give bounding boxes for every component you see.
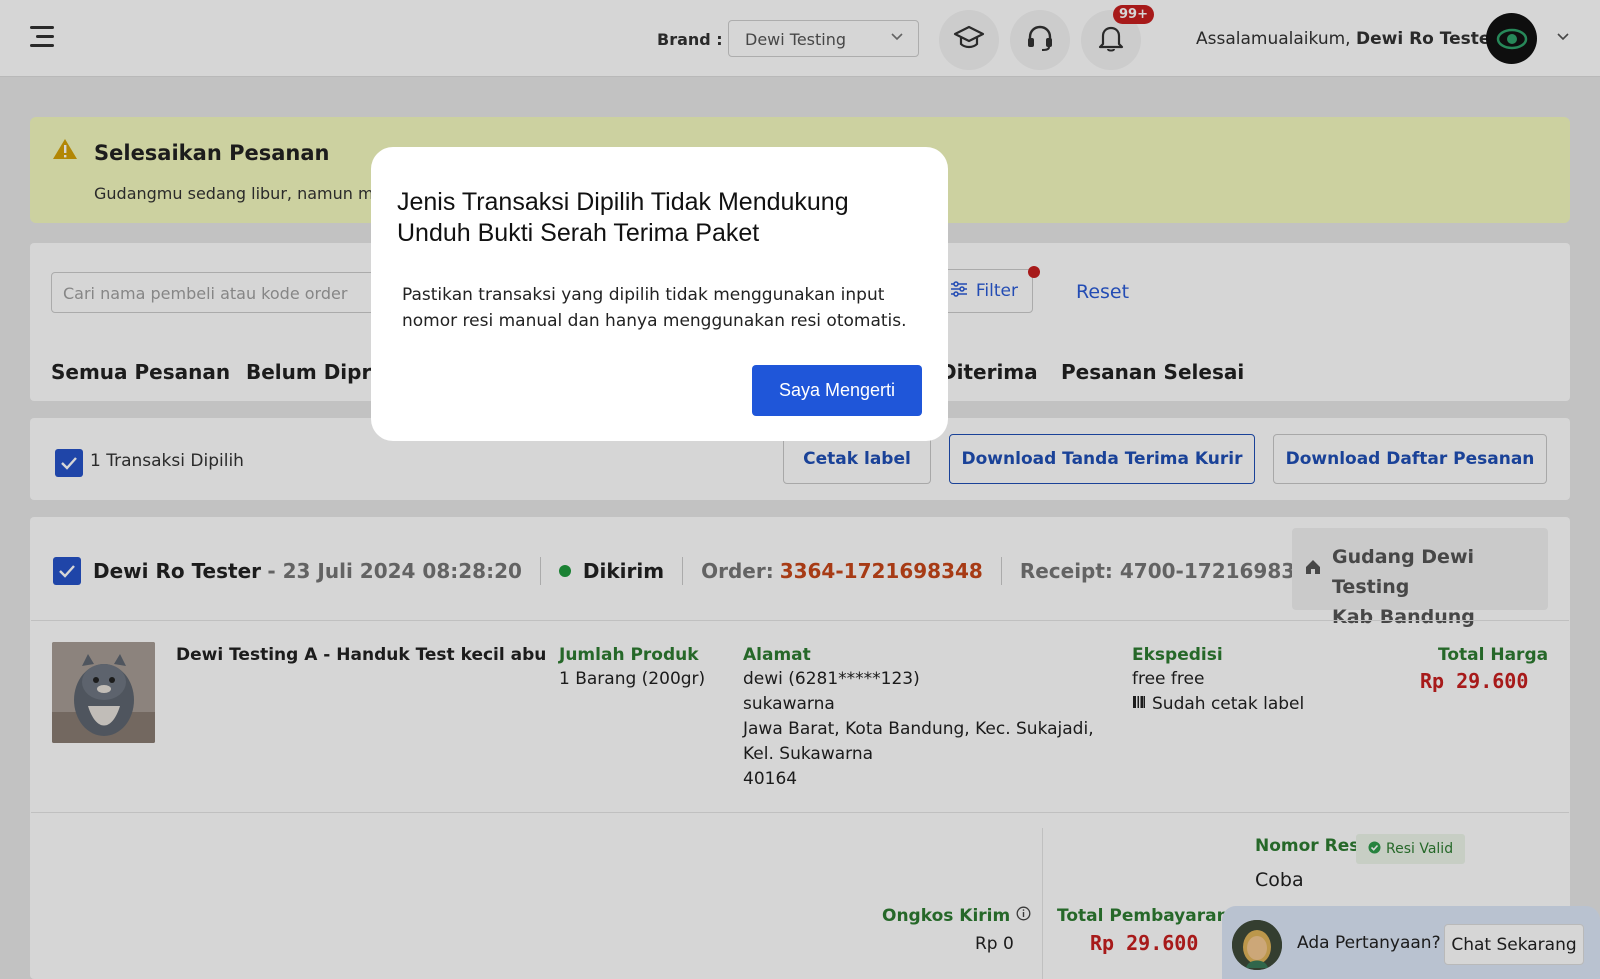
modal-body: Pastikan transaksi yang dipilih tidak me… [402, 285, 907, 331]
modal-title: Jenis Transaksi Dipilih Tidak Mendukung … [397, 188, 849, 247]
understand-button[interactable]: Saya Mengerti [752, 365, 922, 416]
info-modal: Jenis Transaksi Dipilih Tidak Mendukung … [371, 147, 948, 441]
